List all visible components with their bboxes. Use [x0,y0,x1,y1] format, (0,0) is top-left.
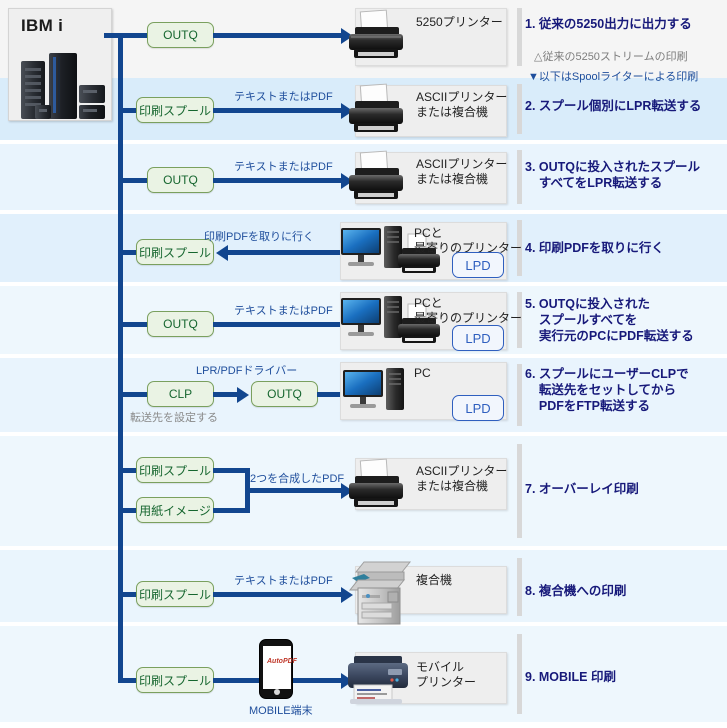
row4-lpd-badge: LPD [452,252,504,278]
row7-branch-in-b [118,508,138,513]
row7-branch-in-a [118,468,138,473]
node-row2-spool[interactable]: 印刷スプール [136,97,214,123]
row7-arrow-line [245,488,342,493]
row5-lpd-badge: LPD [452,325,504,351]
desc-row-3: 3. OUTQに投入されたスプール すべてをLPR転送する [525,160,701,190]
row5-branch-in [118,322,148,327]
row1-device-label: 5250プリンター [416,15,503,29]
pc-icon [343,368,404,410]
server-rack-icon [21,53,105,119]
row5-arrow-caption: テキストまたはPDF [234,305,333,317]
inkjet-printer-icon [349,9,403,58]
mfp-copier-icon [348,561,412,625]
inkjet-printer-icon [349,150,403,199]
phone-screen: AutoPDF [263,646,297,689]
row6-arrow-line [317,392,342,397]
row3-arrow-caption: テキストまたはPDF [234,161,333,173]
desc-row-5: 5. OUTQに投入された スプールすべてを 実行元のPCにPDF転送する [525,297,694,343]
row4-branch-in [118,250,138,255]
node-row5-outq[interactable]: OUTQ [147,311,214,337]
row8-branch-in [118,592,138,597]
note-spool-writer: ▼以下はSpoolライターによる印刷 [528,71,699,83]
row5-device-label: PCと 最寄りのプリンター [414,296,523,325]
row3-arrow-line [213,178,342,183]
desc-row-1: 1. 従来の5250出力に出力する [525,17,692,31]
desc-row-7: 7. オーバーレイ印刷 [525,482,639,496]
row3-branch-in [118,178,148,183]
row9-mobile-label: MOBILE端末 [249,705,313,717]
row6-link-line [213,392,238,397]
trunk-vertical [118,33,123,683]
row1-arrow-line [213,33,342,38]
node-row8-spool[interactable]: 印刷スプール [136,581,214,607]
desc-divider-8 [517,558,522,616]
row2-arrow-caption: テキストまたはPDF [234,91,333,103]
desc-row-2: 2. スプール個別にLPR転送する [525,99,702,113]
row5-arrow-line [213,322,342,327]
row3-device-label: ASCIIプリンター または複合機 [416,157,508,186]
desc-row-6: 6. スプールにユーザーCLPで 転送先をセットしてから PDFをFTP転送する [525,367,689,413]
band-footer [0,722,727,728]
desc-divider-1 [517,8,522,66]
desc-divider-2 [517,84,522,134]
inkjet-printer-icon [349,458,403,507]
mobile-printer-icon [348,656,408,704]
row7-device-label: ASCIIプリンター または複合機 [416,464,508,493]
row1-branch-in [118,33,148,38]
node-row4-spool[interactable]: 印刷スプール [136,239,214,265]
row6-branch-in [118,392,148,397]
row6-sub-caption: 転送先を設定する [130,412,218,424]
row2-arrow-line [213,108,342,113]
node-row6-outq[interactable]: OUTQ [251,381,318,407]
node-row7-paper-image[interactable]: 用紙イメージ [136,497,214,523]
note-legacy-5250: △従来の5250ストリームの印刷 [534,51,688,63]
row9-branch-in [118,678,138,683]
row8-arrow-caption: テキストまたはPDF [234,575,333,587]
diagram-canvas: IBM i OUTQ 5250プリンター 1. 従来の5250出力に出力する △… [0,0,727,728]
row4-arrow-line [228,250,342,255]
row4-arrowhead [216,245,228,261]
desc-row-9: 9. MOBILE 印刷 [525,670,616,684]
inkjet-printer-icon [349,83,403,132]
desc-row-8: 8. 複合機への印刷 [525,584,627,598]
row6-arrow-caption: LPR/PDFドライバー [196,365,298,377]
app-logo-icon: AutoPDF [267,658,297,665]
desc-row-4: 4. 印刷PDFを取りに行く [525,241,664,255]
desc-divider-7 [517,444,522,538]
desc-divider-9 [517,634,522,714]
node-row3-outq[interactable]: OUTQ [147,167,214,193]
row2-branch-in [118,108,138,113]
row7-arrow-caption: 2つを合成したPDF [250,473,345,485]
row8-device-label: 複合機 [416,573,453,587]
node-row1-outq[interactable]: OUTQ [147,22,214,48]
source-title: IBM i [21,16,64,35]
row6-device-label: PC [414,366,431,380]
row6-lpd-badge: LPD [452,395,504,421]
desc-divider-3 [517,150,522,204]
row8-arrow-line [213,592,342,597]
desc-divider-6 [517,364,522,426]
node-row6-clp[interactable]: CLP [147,381,214,407]
row4-arrow-caption: 印刷PDFを取りに行く [204,231,314,243]
row9-device-label: モバイル プリンター [416,660,477,689]
node-row9-spool[interactable]: 印刷スプール [136,667,214,693]
mobile-phone-icon: AutoPDF [259,639,297,699]
node-row7-spool[interactable]: 印刷スプール [136,457,214,483]
source-ibmi-box: IBM i [8,8,112,121]
row6-mid-arrowhead [237,387,249,403]
row2-device-label: ASCIIプリンター または複合機 [416,90,508,119]
phone-home-button [274,689,280,695]
